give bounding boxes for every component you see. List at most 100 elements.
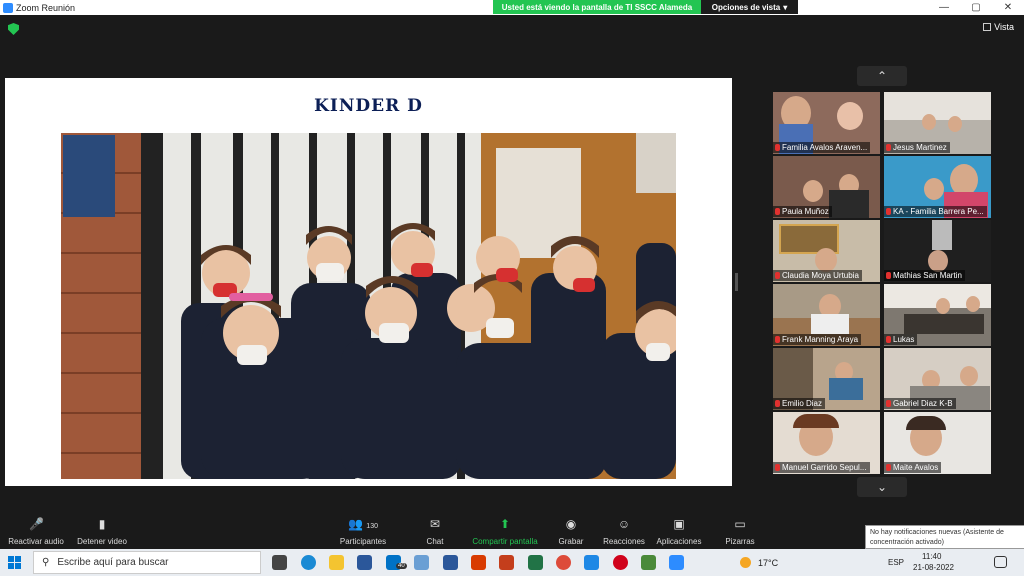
chevron-down-icon: ▾ xyxy=(783,2,788,12)
participant-tile[interactable]: Maite Avalos xyxy=(884,412,991,474)
participant-name: Emilio Diaz xyxy=(773,398,826,409)
class-photo xyxy=(61,133,676,479)
unmute-audio-button[interactable]: 🎤 Reactivar audio xyxy=(6,517,66,546)
shield-icon[interactable] xyxy=(8,23,19,35)
language-indicator[interactable]: ESP xyxy=(888,558,904,567)
close-button[interactable]: ✕ xyxy=(992,0,1024,15)
mail-badge: 40 xyxy=(396,563,407,569)
participant-name: Frank Manning Araya xyxy=(773,334,862,345)
muted-mic-icon xyxy=(775,400,780,407)
stop-video-button[interactable]: ▮ Detener video xyxy=(74,517,130,546)
edge-icon[interactable] xyxy=(301,555,316,570)
participant-name: Paula Muñoz xyxy=(773,206,832,217)
app-icon[interactable] xyxy=(584,555,599,570)
window-title: Zoom Reunión xyxy=(16,2,76,13)
slide-title: KINDER D xyxy=(314,96,423,116)
chrome-icon[interactable] xyxy=(556,555,571,570)
word-icon[interactable] xyxy=(443,555,458,570)
muted-mic-icon xyxy=(886,400,891,407)
panel-resize-handle[interactable] xyxy=(735,273,738,291)
muted-mic-icon xyxy=(886,272,891,279)
muted-mic-icon xyxy=(775,464,780,471)
participant-name: Mathias San Martin xyxy=(884,270,965,281)
participant-name: Lukas xyxy=(884,334,918,345)
participant-name: Maite Avalos xyxy=(884,462,942,473)
thumbnails-scroll-up-button[interactable]: ⌃ xyxy=(857,66,907,86)
notifications-icon[interactable] xyxy=(994,556,1007,568)
participant-tile[interactable]: Claudia Moya Urtubia xyxy=(773,220,880,282)
chevron-up-icon: ⌃ xyxy=(876,69,888,83)
chevron-down-icon: ⌄ xyxy=(876,480,888,494)
file-explorer-icon[interactable] xyxy=(329,555,344,570)
view-button[interactable]: Vista xyxy=(983,22,1014,32)
muted-mic-icon xyxy=(886,144,891,151)
weather-icon xyxy=(740,557,751,568)
opera-icon[interactable] xyxy=(613,555,628,570)
participant-tile[interactable]: Lukas xyxy=(884,284,991,346)
participant-tile[interactable]: Manuel Garrido Sepul... xyxy=(773,412,880,474)
smiley-icon: ☺ xyxy=(617,517,631,531)
windows-taskbar: ⚲ Escribe aquí para buscar 40 17°C ESP 1… xyxy=(0,549,1024,576)
temperature: 17°C xyxy=(758,558,779,568)
participant-tile[interactable]: Familia Avalos Araven... xyxy=(773,92,880,154)
participants-button[interactable]: 👥 130 Participantes xyxy=(333,517,393,546)
muted-mic-icon xyxy=(886,464,891,471)
class-photo-image xyxy=(61,133,676,479)
clock-date[interactable]: 21-08-2022 xyxy=(913,563,954,572)
task-view-icon[interactable] xyxy=(272,555,287,570)
muted-mic-icon xyxy=(775,336,780,343)
taskbar-search-input[interactable]: ⚲ Escribe aquí para buscar xyxy=(33,551,261,574)
participant-name: Gabriel Diaz K-B xyxy=(884,398,956,409)
powerpoint-icon[interactable] xyxy=(499,555,514,570)
participant-tile[interactable]: Jesus Martinez xyxy=(884,92,991,154)
reactions-button[interactable]: ☺ Reacciones xyxy=(602,517,646,546)
participant-name: Familia Avalos Araven... xyxy=(773,142,871,153)
share-screen-icon: ⬆ xyxy=(499,517,511,531)
record-button[interactable]: ◉ Grabar xyxy=(556,517,586,546)
excel-icon[interactable] xyxy=(528,555,543,570)
windows-start-icon[interactable] xyxy=(8,556,21,569)
notification-tooltip: No hay notificaciones nuevas (Asistente … xyxy=(865,525,1024,549)
apps-button[interactable]: ▣ Aplicaciones xyxy=(654,517,704,546)
whiteboards-button[interactable]: ▭ Pizarras xyxy=(722,517,758,546)
muted-mic-icon xyxy=(886,336,891,343)
participant-name: KA - Familia Barrera Pe... xyxy=(884,206,987,217)
minimize-button[interactable]: — xyxy=(928,0,960,15)
app-icon[interactable] xyxy=(641,555,656,570)
thumbnails-scroll-down-button[interactable]: ⌄ xyxy=(857,477,907,497)
office-icon[interactable] xyxy=(471,555,486,570)
participant-tile[interactable]: Paula Muñoz xyxy=(773,156,880,218)
store-icon[interactable] xyxy=(357,555,372,570)
participant-tile[interactable]: Gabriel Diaz K-B xyxy=(884,348,991,410)
participant-tile[interactable]: Emilio Diaz xyxy=(773,348,880,410)
window-controls: — ▢ ✕ xyxy=(928,0,1024,15)
photos-icon[interactable] xyxy=(414,555,429,570)
view-options-button[interactable]: Opciones de vista ▾ xyxy=(701,0,798,14)
video-camera-icon: ▮ xyxy=(98,517,106,531)
apps-icon: ▣ xyxy=(673,517,685,531)
share-status-banner: Usted está viendo la pantalla de TI SSCC… xyxy=(493,0,701,14)
muted-mic-icon xyxy=(775,144,780,151)
zoom-app-icon xyxy=(3,2,13,13)
participants-icon: 👥 130 xyxy=(348,517,378,531)
participant-tile[interactable]: Frank Manning Araya xyxy=(773,284,880,346)
muted-mic-icon: 🎤 xyxy=(29,517,44,531)
participant-name: Claudia Moya Urtubia xyxy=(773,270,862,281)
share-status-text: Usted está viendo la pantalla de TI SSCC… xyxy=(501,2,693,12)
clock-time[interactable]: 11:40 xyxy=(922,552,941,561)
chat-button[interactable]: ✉ Chat xyxy=(420,517,450,546)
search-icon: ⚲ xyxy=(42,557,50,568)
share-screen-button[interactable]: ⬆ Compartir pantalla xyxy=(468,517,542,546)
chat-icon: ✉ xyxy=(429,517,441,531)
participant-tile[interactable]: Mathias San Martin xyxy=(884,220,991,282)
zoom-taskbar-icon[interactable] xyxy=(669,555,684,570)
meeting-area: Vista KINDER D ⌃ Familia Avalos Araven..… xyxy=(0,15,1024,515)
participant-tile[interactable]: KA - Familia Barrera Pe... xyxy=(884,156,991,218)
grid-icon xyxy=(983,23,992,31)
shared-screen: KINDER D xyxy=(5,78,732,486)
muted-mic-icon xyxy=(775,208,780,215)
view-button-label: Vista xyxy=(994,22,1014,32)
muted-mic-icon xyxy=(775,272,780,279)
maximize-button[interactable]: ▢ xyxy=(960,0,992,15)
view-options-label: Opciones de vista xyxy=(711,2,781,12)
